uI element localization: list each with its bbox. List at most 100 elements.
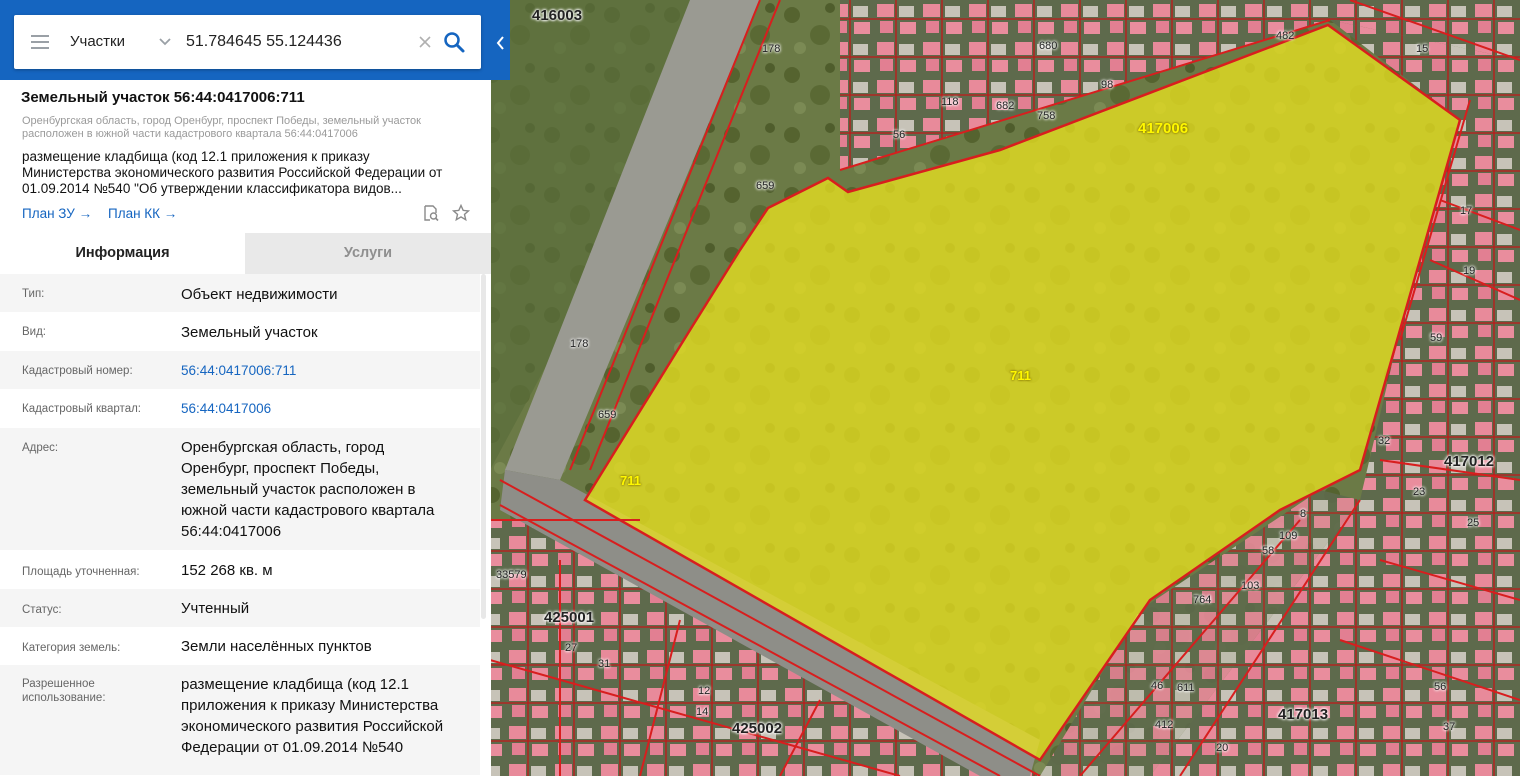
info-value: Земли населённых пунктов bbox=[181, 638, 372, 655]
map-number-label: 659 bbox=[598, 409, 617, 421]
map-number-label: 19 bbox=[1463, 265, 1476, 277]
map-number-label: 33579 bbox=[496, 569, 527, 581]
map-number-label: 103 bbox=[1241, 580, 1260, 592]
address-line: Оренбург, проспект Победы, bbox=[181, 460, 380, 477]
tab-information[interactable]: Информация bbox=[0, 233, 245, 274]
map-number-label: 23 bbox=[1413, 486, 1426, 498]
address-line: южной части кадастрового квартала bbox=[181, 502, 435, 519]
tab-services[interactable]: Услуги bbox=[245, 233, 491, 274]
info-value: Объект недвижимости bbox=[181, 286, 338, 303]
map-number-label: 56 bbox=[893, 129, 906, 141]
map-number-label: 14 bbox=[696, 706, 709, 718]
chevron-down-icon[interactable] bbox=[158, 35, 172, 49]
panel-scrollbar[interactable] bbox=[481, 274, 486, 619]
map-number-label: 56 bbox=[1434, 681, 1447, 693]
block-label-417012: 417012 bbox=[1444, 453, 1495, 470]
map-number-label: 178 bbox=[762, 43, 781, 55]
info-label-line: Разрешенное bbox=[22, 678, 95, 690]
map-number-label: 611 bbox=[1177, 682, 1195, 694]
info-label: Статус: bbox=[22, 604, 62, 616]
map-number-label: 58 bbox=[1262, 545, 1275, 557]
parcel-location: Оренбургская область, город Оренбург, пр… bbox=[22, 115, 421, 140]
info-label: Категория земель: bbox=[22, 642, 121, 654]
info-value: 152 268 кв. м bbox=[181, 562, 273, 579]
plan-kk-link[interactable]: План КК → bbox=[108, 206, 177, 221]
search-header: Участки bbox=[0, 0, 510, 80]
info-value-address: Оренбургская область, город Оренбург, пр… bbox=[181, 437, 471, 542]
info-row-status: Статус: Учтенный bbox=[0, 589, 480, 627]
map-number-label: 27 bbox=[565, 642, 578, 654]
info-label-line: использование: bbox=[22, 692, 106, 704]
address-line: 56:44:0417006 bbox=[181, 523, 282, 540]
map-number-label: 20 bbox=[1216, 742, 1229, 754]
parcel-label-711-edge[interactable]: 711 bbox=[620, 473, 641, 488]
map-number-label: 109 bbox=[1279, 530, 1298, 542]
info-row-type: Тип: Объект недвижимости bbox=[0, 274, 480, 312]
map-number-label: 682 bbox=[996, 100, 1015, 112]
map-number-label: 412 bbox=[1155, 719, 1174, 731]
info-row-permitted-use: Разрешенное использование: размещение кл… bbox=[0, 665, 480, 775]
info-table: Тип: Объект недвижимости Вид: Земельный … bbox=[0, 274, 480, 775]
permitted-use-line: приложения к приказу Министерства bbox=[181, 697, 439, 714]
parcel-permitted-use: размещение кладбища (код 12.1 приложения… bbox=[22, 149, 472, 197]
permitted-use-line: экономического развития Российской bbox=[181, 718, 444, 735]
search-input[interactable] bbox=[186, 27, 418, 57]
map-number-label: 764 bbox=[1193, 594, 1212, 606]
info-row-area: Площадь уточненная: 152 268 кв. м bbox=[0, 550, 480, 589]
parcel-label-711-center[interactable]: 711 bbox=[1010, 368, 1031, 383]
info-value: Учтенный bbox=[181, 600, 250, 617]
layer-select[interactable]: Участки bbox=[70, 15, 125, 69]
map-number-label: 31 bbox=[598, 658, 611, 670]
menu-icon[interactable] bbox=[31, 35, 49, 49]
map-number-label: 659 bbox=[756, 180, 775, 192]
info-value: Земельный участок bbox=[181, 324, 318, 341]
map-number-label: 8 bbox=[1300, 508, 1307, 520]
info-row-cad-number: Кадастровый номер: 56:44:0417006:711 bbox=[0, 351, 480, 389]
map-number-label: 37 bbox=[1443, 721, 1456, 733]
info-row-kind: Вид: Земельный участок bbox=[0, 312, 480, 351]
cad-block-link[interactable]: 56:44:0417006 bbox=[181, 398, 471, 419]
map-number-label: 46 bbox=[1151, 680, 1164, 692]
star-icon[interactable] bbox=[452, 204, 470, 222]
map-number-label: 17 bbox=[1460, 205, 1473, 217]
plan-zu-link[interactable]: План ЗУ → bbox=[22, 206, 92, 221]
info-panel: Земельный участок 56:44:0417006:711 Орен… bbox=[0, 80, 491, 776]
info-row-cad-block: Кадастровый квартал: 56:44:0417006 bbox=[0, 389, 480, 428]
parcel-title: Земельный участок 56:44:0417006:711 bbox=[21, 89, 305, 106]
zoom-to-parcel-icon[interactable] bbox=[422, 204, 440, 222]
map-number-label: 118 bbox=[941, 96, 959, 108]
parcel-use-line: Министерства экономического развития Рос… bbox=[22, 165, 443, 180]
address-line: Оренбургская область, город bbox=[181, 439, 385, 456]
cad-number-link[interactable]: 56:44:0417006:711 bbox=[181, 360, 471, 381]
info-label: Адрес: bbox=[22, 442, 59, 454]
info-label: Вид: bbox=[22, 326, 46, 338]
permitted-use-line: Федерации от 01.09.2014 №540 bbox=[181, 739, 404, 756]
map-number-label: 32 bbox=[1378, 435, 1391, 447]
parcel-use-line: размещение кладбища (код 12.1 приложения… bbox=[22, 149, 370, 164]
map-number-label: 758 bbox=[1037, 110, 1056, 122]
map-number-label: 25 bbox=[1467, 517, 1480, 529]
info-value-permitted-use: размещение кладбища (код 12.1 приложения… bbox=[181, 674, 471, 758]
search-box: Участки bbox=[14, 15, 481, 69]
map-number-label: 59 bbox=[1430, 332, 1443, 344]
collapse-panel-icon[interactable] bbox=[491, 30, 510, 56]
map-number-label: 98 bbox=[1101, 79, 1114, 91]
info-label: Кадастровый номер: bbox=[22, 365, 133, 377]
map-number-label: 680 bbox=[1039, 40, 1058, 52]
info-label: Тип: bbox=[22, 288, 45, 300]
info-row-address: Адрес: Оренбургская область, город Оренб… bbox=[0, 428, 480, 550]
address-line: земельный участок расположен в bbox=[181, 481, 416, 498]
block-label-416003: 416003 bbox=[532, 7, 583, 24]
info-label: Кадастровый квартал: bbox=[22, 403, 141, 415]
block-label-417013: 417013 bbox=[1278, 706, 1329, 723]
search-icon[interactable] bbox=[442, 30, 466, 54]
parcel-use-line: 01.09.2014 №540 "Об утверждении классифи… bbox=[22, 181, 402, 196]
panel-tabs: Информация Услуги bbox=[0, 233, 491, 274]
map-number-label: 12 bbox=[698, 685, 711, 697]
close-icon[interactable] bbox=[417, 34, 433, 50]
info-label: Площадь уточненная: bbox=[22, 566, 140, 578]
map-number-label: 178 bbox=[570, 338, 589, 350]
block-label-425001: 425001 bbox=[544, 609, 595, 626]
block-label-417006: 417006 bbox=[1138, 120, 1189, 137]
info-label: Разрешенное использование: bbox=[22, 677, 162, 705]
